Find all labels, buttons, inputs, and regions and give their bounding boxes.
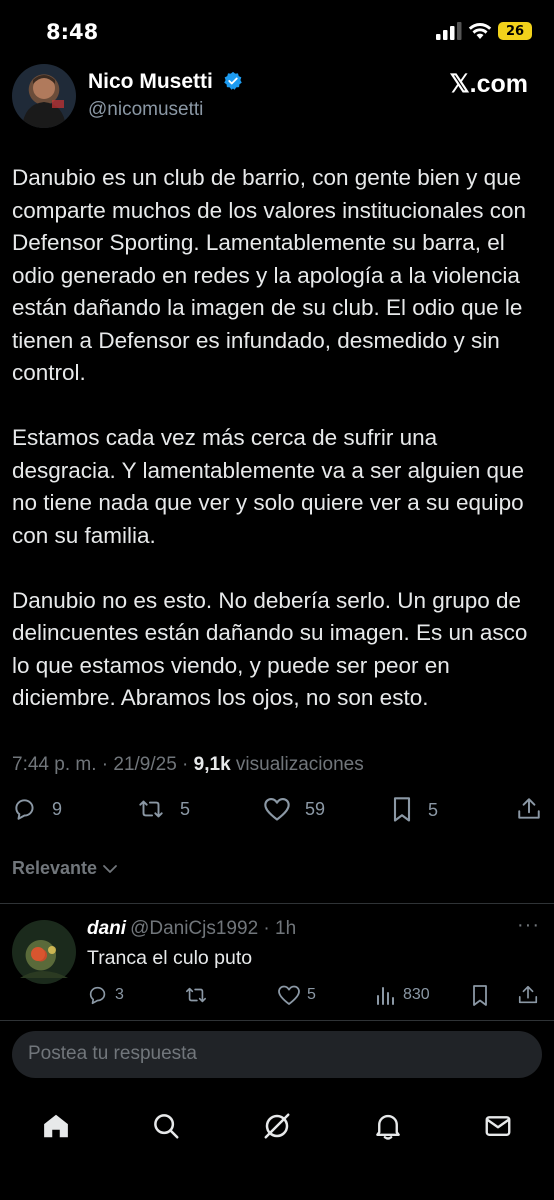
repost-count: 5	[180, 798, 191, 819]
bookmark-icon	[473, 985, 487, 1006]
reply-item[interactable]: dani @DaniCjs1992 · 1h ··· Tranca el culo…	[0, 904, 554, 1020]
analytics-icon	[377, 987, 394, 1005]
reply-bookmark-button[interactable]	[470, 984, 490, 1008]
like-button[interactable]: 59	[263, 796, 325, 822]
reply-repost-button[interactable]	[183, 984, 209, 1006]
bookmark-icon	[393, 797, 411, 822]
reply-text: Tranca el culo puto	[87, 947, 253, 969]
mail-icon	[485, 1116, 511, 1136]
bookmark-count: 5	[428, 799, 439, 820]
share-icon	[518, 985, 538, 1004]
reply-time: · 1h	[258, 918, 297, 939]
tweet-paragraph: Danubio es un club de barrio, con gente …	[12, 165, 527, 385]
author-avatar[interactable]	[12, 64, 76, 128]
reply-actions: 3 5 830	[87, 984, 542, 1012]
reply-icon	[15, 799, 34, 820]
grok-icon	[264, 1113, 290, 1139]
reply-count: 9	[52, 798, 63, 819]
reply-like-button[interactable]: 5	[277, 984, 316, 1006]
wifi-icon	[468, 23, 492, 39]
reply-share-button[interactable]	[517, 984, 539, 1006]
battery-indicator: 26	[498, 22, 532, 40]
compose-placeholder: Postea tu respuesta	[28, 1043, 197, 1064]
tweet-text: Danubio es un club de barrio, con gente …	[12, 162, 542, 747]
avatar-photo-icon	[22, 75, 66, 128]
heart-icon	[264, 798, 290, 821]
reply-author-handle[interactable]: @DaniCjs1992	[130, 918, 258, 939]
like-count: 59	[305, 798, 326, 819]
nav-search[interactable]	[146, 1106, 186, 1146]
status-bar: 8:48 26	[0, 0, 554, 64]
chevron-down-icon	[103, 864, 117, 873]
reply-reply-button[interactable]: 3	[87, 984, 124, 1006]
verified-badge-icon	[223, 71, 242, 90]
tweet-header: Nico Musetti @nicomusetti 𝕏.com	[0, 64, 554, 134]
tweet-paragraph: Estamos cada vez más cerca de sufrir una…	[12, 425, 525, 548]
reply-author-name[interactable]: dani	[87, 918, 126, 939]
heart-icon	[278, 985, 300, 1005]
tweet-actions: 9 5 59 5	[12, 796, 542, 832]
author-name-text[interactable]: Nico Musetti	[88, 70, 213, 93]
share-icon	[518, 798, 540, 819]
nav-notifications[interactable]	[368, 1106, 408, 1146]
status-time: 8:48	[46, 20, 99, 44]
tweet-meta: 7:44 p. m. · 21/9/25 · 9,1k visualizacio…	[12, 754, 364, 776]
search-icon	[154, 1114, 179, 1139]
nav-grok[interactable]	[257, 1106, 297, 1146]
repost-icon	[186, 987, 206, 1003]
x-com-watermark: 𝕏.com	[449, 70, 529, 98]
divider	[0, 1020, 554, 1021]
share-button[interactable]	[516, 796, 542, 822]
reply-views-count: 830	[403, 986, 430, 1003]
nav-home[interactable]	[36, 1106, 76, 1146]
reply-avatar-photo-icon	[20, 946, 68, 978]
reply-header: dani @DaniCjs1992 · 1h	[87, 918, 296, 940]
tweet-timestamp[interactable]: 7:44 p. m. · 21/9/25 ·	[12, 754, 194, 775]
author-name[interactable]: Nico Musetti	[88, 70, 243, 94]
repost-button[interactable]: 5	[136, 796, 190, 822]
status-icons: 26	[436, 22, 532, 40]
tweet-paragraph: Danubio no es esto. No debería serlo. Un…	[12, 587, 528, 711]
views-count: 9,1k	[193, 754, 231, 775]
nav-messages[interactable]	[478, 1106, 518, 1146]
views-label: visualizaciones	[230, 754, 364, 775]
bell-icon	[376, 1114, 400, 1140]
reply-compose-input[interactable]: Postea tu respuesta	[12, 1031, 542, 1078]
home-icon	[44, 1114, 68, 1138]
more-options-icon[interactable]: ···	[517, 914, 540, 937]
sort-replies-dropdown[interactable]: Relevante	[12, 858, 119, 879]
sort-label: Relevante	[12, 858, 98, 878]
cellular-signal-icon	[436, 22, 462, 40]
reply-like-count: 5	[307, 986, 316, 1003]
reply-avatar[interactable]	[12, 920, 76, 984]
reply-button[interactable]: 9	[12, 796, 62, 822]
bottom-navigation	[0, 1090, 554, 1200]
author-handle[interactable]: @nicomusetti	[88, 99, 203, 121]
bookmark-button[interactable]: 5	[390, 796, 438, 824]
reply-views-button[interactable]: 830	[375, 984, 430, 1006]
reply-icon	[89, 986, 106, 1005]
reply-reply-count: 3	[115, 986, 124, 1003]
repost-icon	[139, 800, 163, 818]
